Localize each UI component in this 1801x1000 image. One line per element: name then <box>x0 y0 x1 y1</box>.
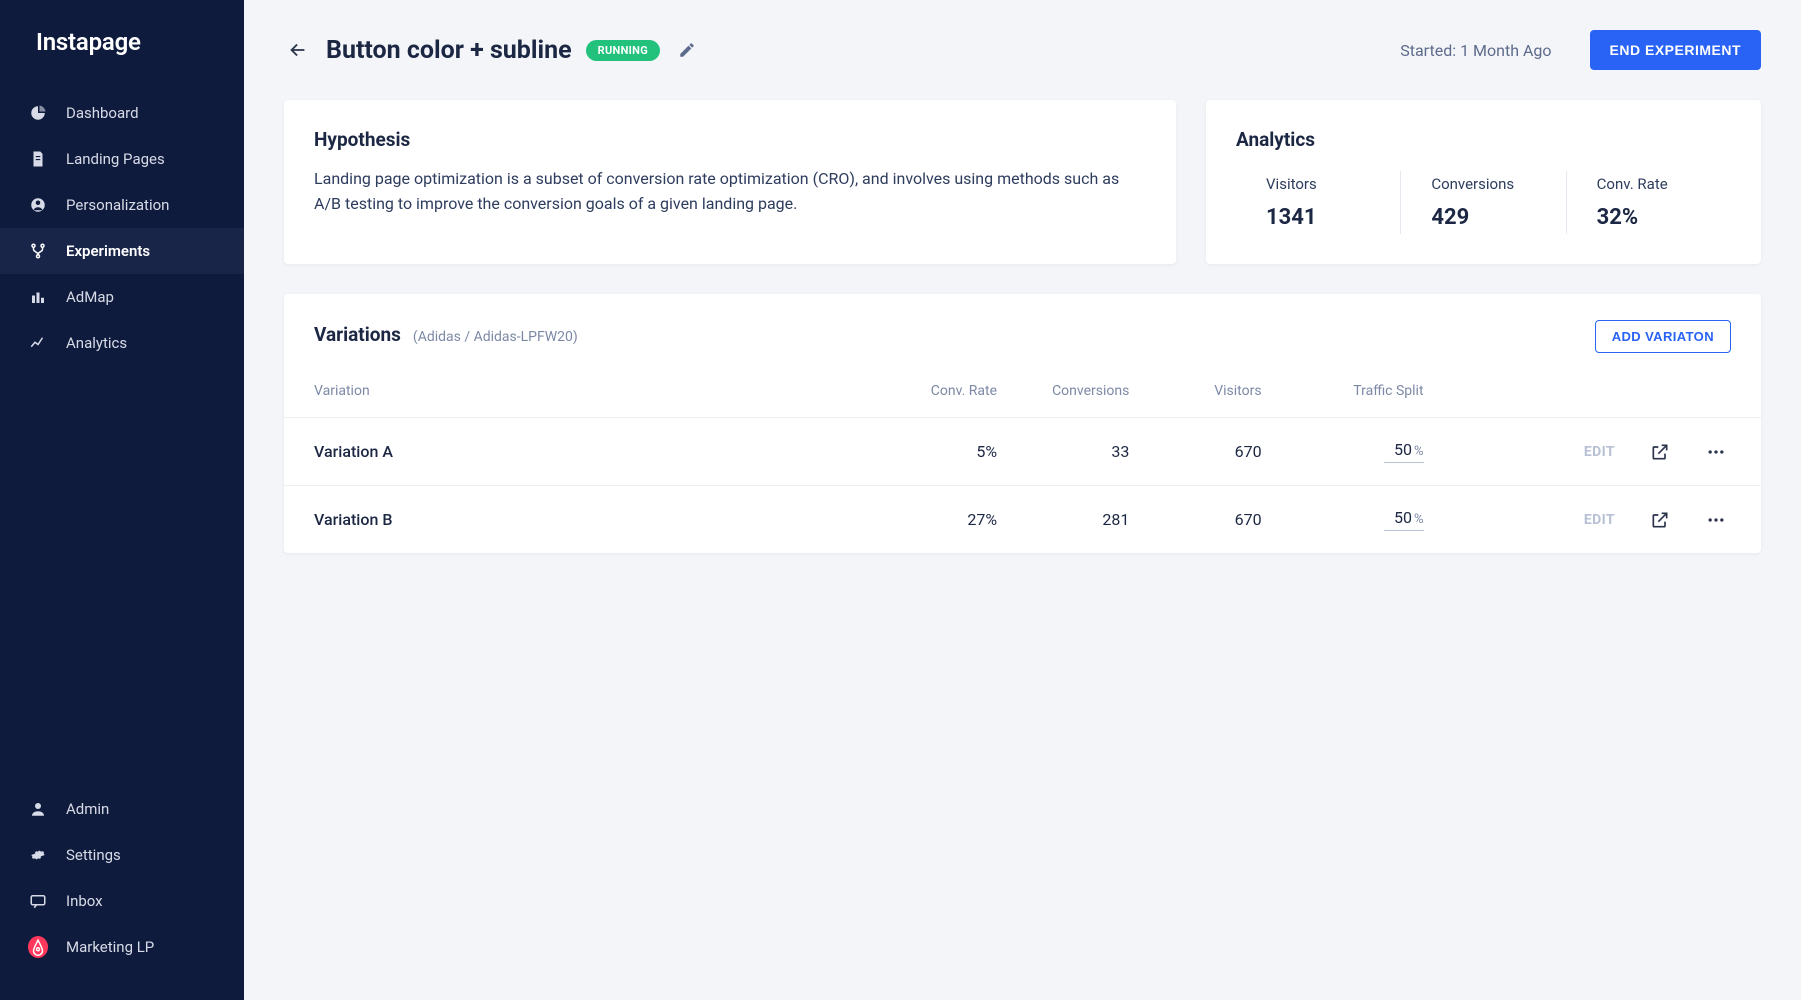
sidebar-item-personalization[interactable]: Personalization <box>0 182 244 228</box>
more-actions-icon[interactable] <box>1705 509 1727 531</box>
col-conv-rate: Conv. Rate <box>875 365 1007 418</box>
sidebar-item-admap[interactable]: AdMap <box>0 274 244 320</box>
variation-name: Variation A <box>284 418 875 486</box>
user-icon <box>28 799 48 819</box>
sidebar-item-marketing-lp[interactable]: Marketing LP <box>0 924 244 970</box>
add-variation-button[interactable]: ADD VARIATON <box>1595 320 1731 353</box>
variation-visitors: 670 <box>1139 486 1271 554</box>
brand-logo[interactable]: Instapage <box>0 28 244 86</box>
open-in-new-icon[interactable] <box>1649 441 1671 463</box>
analytics-title: Analytics <box>1236 128 1731 151</box>
table-row: Variation A 5% 33 670 % EDIT <box>284 418 1761 486</box>
variations-title: Variations <box>314 323 401 346</box>
hypothesis-body: Landing page optimization is a subset of… <box>314 167 1146 217</box>
stat-conversions: Conversions 429 <box>1400 171 1565 234</box>
sidebar-label: Analytics <box>66 334 224 352</box>
pie-chart-icon <box>28 103 48 123</box>
sidebar-label: AdMap <box>66 288 224 306</box>
sidebar-item-landing-pages[interactable]: Landing Pages <box>0 136 244 182</box>
variations-table: Variation Conv. Rate Conversions Visitor… <box>284 365 1761 553</box>
variation-conv-rate: 5% <box>875 418 1007 486</box>
sidebar-item-settings[interactable]: Settings <box>0 832 244 878</box>
sidebar-item-inbox[interactable]: Inbox <box>0 878 244 924</box>
variation-conv-rate: 27% <box>875 486 1007 554</box>
stat-label: Visitors <box>1266 175 1400 193</box>
brand-name: Instapage <box>36 28 141 56</box>
edit-variation-link[interactable]: EDIT <box>1584 444 1615 460</box>
page-title: Button color + subline <box>326 36 572 65</box>
main-content: Button color + subline RUNNING Started: … <box>244 0 1801 1000</box>
traffic-split-input-wrap: % <box>1384 440 1424 463</box>
sidebar-nav: Dashboard Landing Pages Personalization … <box>0 90 244 366</box>
variation-name: Variation B <box>284 486 875 554</box>
table-row: Variation B 27% 281 670 % EDIT <box>284 486 1761 554</box>
bar-chart-icon <box>28 287 48 307</box>
user-circle-icon <box>28 195 48 215</box>
sidebar-item-experiments[interactable]: Experiments <box>0 228 244 274</box>
stat-value: 32% <box>1597 205 1731 230</box>
sidebar-item-dashboard[interactable]: Dashboard <box>0 90 244 136</box>
col-variation: Variation <box>284 365 875 418</box>
sidebar-label: Inbox <box>66 892 224 910</box>
sidebar-item-analytics[interactable]: Analytics <box>0 320 244 366</box>
col-conversions: Conversions <box>1007 365 1139 418</box>
sidebar-label: Admin <box>66 800 224 818</box>
traffic-split-input-wrap: % <box>1384 508 1424 531</box>
sidebar-label: Dashboard <box>66 104 224 122</box>
status-badge: RUNNING <box>586 40 660 61</box>
sidebar: Instapage Dashboard Landing Pages Person… <box>0 0 244 1000</box>
open-in-new-icon[interactable] <box>1649 509 1671 531</box>
started-text: Started: 1 Month Ago <box>1400 41 1551 60</box>
traffic-split-input[interactable] <box>1384 508 1412 527</box>
chat-icon <box>28 891 48 911</box>
col-traffic-split: Traffic Split <box>1272 365 1444 418</box>
sidebar-item-admin[interactable]: Admin <box>0 786 244 832</box>
back-button[interactable] <box>284 36 312 64</box>
edit-title-button[interactable] <box>674 37 700 63</box>
hypothesis-card: Hypothesis Landing page optimization is … <box>284 100 1176 264</box>
stat-label: Conversions <box>1431 175 1565 193</box>
variation-conversions: 281 <box>1007 486 1139 554</box>
airbnb-icon <box>28 937 48 957</box>
gear-icon <box>28 845 48 865</box>
stat-value: 429 <box>1431 205 1565 230</box>
analytics-card: Analytics Visitors 1341 Conversions 429 … <box>1206 100 1761 264</box>
stat-visitors: Visitors 1341 <box>1236 171 1400 234</box>
traffic-split-input[interactable] <box>1384 440 1412 459</box>
stat-label: Conv. Rate <box>1597 175 1731 193</box>
hypothesis-title: Hypothesis <box>314 128 1146 151</box>
sidebar-label: Marketing LP <box>66 938 224 956</box>
branch-icon <box>28 241 48 261</box>
pct-suffix: % <box>1414 444 1424 459</box>
stat-conv-rate: Conv. Rate 32% <box>1566 171 1731 234</box>
sidebar-label: Experiments <box>66 242 224 260</box>
sidebar-label: Settings <box>66 846 224 864</box>
sidebar-label: Personalization <box>66 196 224 214</box>
line-chart-icon <box>28 333 48 353</box>
end-experiment-button[interactable]: END EXPERIMENT <box>1590 30 1761 70</box>
sidebar-label: Landing Pages <box>66 150 224 168</box>
more-actions-icon[interactable] <box>1705 441 1727 463</box>
variation-conversions: 33 <box>1007 418 1139 486</box>
variation-visitors: 670 <box>1139 418 1271 486</box>
edit-variation-link[interactable]: EDIT <box>1584 512 1615 528</box>
stat-value: 1341 <box>1266 205 1400 230</box>
variations-meta: (Adidas / Adidas-LPFW20) <box>413 329 578 345</box>
pct-suffix: % <box>1414 512 1424 527</box>
page-header: Button color + subline RUNNING Started: … <box>284 30 1761 70</box>
col-visitors: Visitors <box>1139 365 1271 418</box>
variations-card: Variations (Adidas / Adidas-LPFW20) ADD … <box>284 294 1761 553</box>
sidebar-bottom-nav: Admin Settings Inbox Marketing LP <box>0 786 244 1000</box>
document-icon <box>28 149 48 169</box>
